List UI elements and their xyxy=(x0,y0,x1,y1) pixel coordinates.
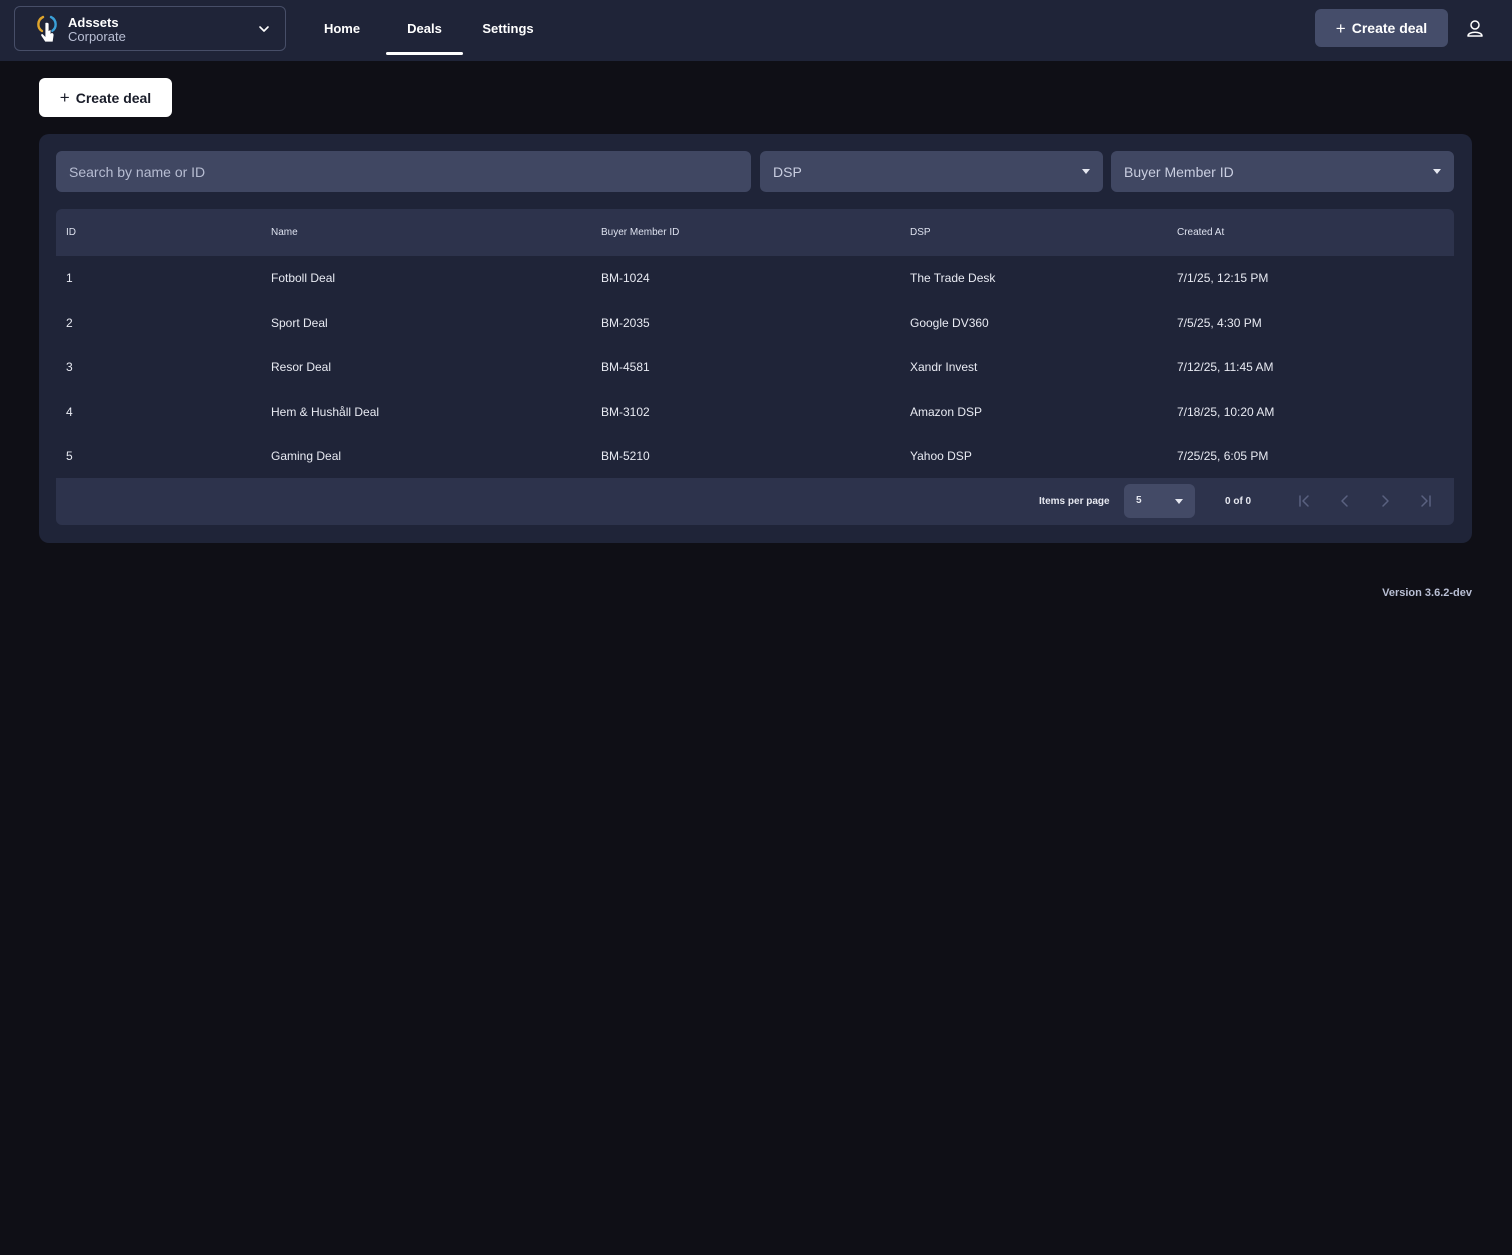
active-tab-indicator xyxy=(386,52,463,55)
table-header: ID Name Buyer Member ID DSP Created At xyxy=(56,209,1454,256)
create-deal-label: Create deal xyxy=(75,89,152,106)
version-label: Version 3.6.2-dev xyxy=(1382,587,1472,599)
header-create-deal-label: Create deal xyxy=(1351,20,1428,36)
cell-id: 1 xyxy=(66,271,73,285)
caret-down-icon xyxy=(1175,499,1183,504)
organization-switcher[interactable]: Adssets Corporate xyxy=(14,6,286,51)
table-row[interactable]: 1 Fotboll Deal BM-1024 The Trade Desk 7/… xyxy=(56,256,1454,301)
next-page-icon[interactable] xyxy=(1377,493,1393,509)
cell-buyer-member-id: BM-2035 xyxy=(601,315,650,330)
cell-created-at: 7/5/25, 4:30 PM xyxy=(1177,315,1262,330)
cell-created-at: 7/18/25, 10:20 AM xyxy=(1177,404,1275,419)
cell-dsp: Yahoo DSP xyxy=(910,449,972,463)
header-create-deal-button[interactable]: + Create deal xyxy=(1315,9,1448,47)
cell-buyer-member-id: BM-1024 xyxy=(601,271,650,285)
cell-name: Resor Deal xyxy=(271,360,332,374)
items-per-page-select[interactable]: 5 xyxy=(1124,484,1195,518)
cell-id: 4 xyxy=(66,404,73,419)
first-page-icon[interactable] xyxy=(1296,493,1312,509)
plus-icon: + xyxy=(1335,18,1346,38)
caret-down-icon xyxy=(1082,169,1090,174)
dsp-filter-placeholder: DSP xyxy=(773,163,802,180)
buyer-filter-placeholder: Buyer Member ID xyxy=(1124,163,1234,180)
adssets-logo-icon xyxy=(37,15,57,43)
search-input[interactable] xyxy=(56,151,751,192)
table-row[interactable]: 3 Resor Deal BM-4581 Xandr Invest 7/12/2… xyxy=(56,345,1454,390)
cell-dsp: Amazon DSP xyxy=(910,404,983,419)
previous-page-icon[interactable] xyxy=(1337,493,1353,509)
column-header-dsp[interactable]: DSP xyxy=(910,209,931,256)
create-deal-button[interactable]: + Create deal xyxy=(39,78,172,117)
organization-name: Adssets xyxy=(68,15,119,30)
nav-tab-home[interactable]: Home xyxy=(316,0,368,56)
cell-name: Hem & Hushåll Deal xyxy=(271,404,380,419)
cell-created-at: 7/1/25, 12:15 PM xyxy=(1177,271,1269,285)
cell-buyer-member-id: BM-3102 xyxy=(601,404,650,419)
column-header-buyer-member-id[interactable]: Buyer Member ID xyxy=(601,209,679,256)
page-range-label: 0 of 0 xyxy=(1225,496,1252,507)
paginator: Items per page 5 0 of 0 xyxy=(56,478,1454,525)
cell-id: 2 xyxy=(66,315,73,330)
column-header-name[interactable]: Name xyxy=(271,209,298,256)
organization-label: Adssets Corporate xyxy=(68,16,126,44)
nav-tab-settings[interactable]: Settings xyxy=(478,0,538,56)
cell-id: 5 xyxy=(66,449,73,463)
cell-id: 3 xyxy=(66,360,73,374)
last-page-icon[interactable] xyxy=(1418,493,1434,509)
column-header-created-at[interactable]: Created At xyxy=(1177,209,1224,256)
cell-name: Gaming Deal xyxy=(271,449,342,463)
user-account-icon[interactable] xyxy=(1466,19,1484,37)
items-per-page-value: 5 xyxy=(1136,495,1142,506)
cell-name: Fotboll Deal xyxy=(271,271,336,285)
cell-name: Sport Deal xyxy=(271,315,328,330)
table-row[interactable]: 5 Gaming Deal BM-5210 Yahoo DSP 7/25/25,… xyxy=(56,434,1454,479)
top-navigation-bar: Adssets Corporate Home Deals Settings + … xyxy=(0,0,1512,61)
dsp-filter-select[interactable]: DSP xyxy=(760,151,1103,192)
deals-card: DSP Buyer Member ID ID Name Buyer Member… xyxy=(39,134,1472,543)
cell-buyer-member-id: BM-5210 xyxy=(601,449,650,463)
cell-created-at: 7/25/25, 6:05 PM xyxy=(1177,449,1269,463)
table-row[interactable]: 2 Sport Deal BM-2035 Google DV360 7/5/25… xyxy=(56,301,1454,346)
table-row[interactable]: 4 Hem & Hushåll Deal BM-3102 Amazon DSP … xyxy=(56,390,1454,435)
plus-icon: + xyxy=(59,88,70,107)
cell-created-at: 7/12/25, 11:45 AM xyxy=(1177,360,1274,374)
cell-dsp: The Trade Desk xyxy=(910,271,996,285)
caret-down-icon xyxy=(1433,169,1441,174)
cell-dsp: Google DV360 xyxy=(910,315,989,330)
organization-subtitle: Corporate xyxy=(68,29,126,44)
chevron-down-icon xyxy=(259,26,269,32)
deals-table: ID Name Buyer Member ID DSP Created At 1… xyxy=(56,209,1454,479)
nav-tab-deals[interactable]: Deals xyxy=(386,0,463,56)
column-header-id[interactable]: ID xyxy=(66,209,76,256)
cell-dsp: Xandr Invest xyxy=(910,360,978,374)
items-per-page-label: Items per page xyxy=(1039,496,1110,507)
buyer-member-id-filter-select[interactable]: Buyer Member ID xyxy=(1111,151,1454,192)
cell-buyer-member-id: BM-4581 xyxy=(601,360,650,374)
